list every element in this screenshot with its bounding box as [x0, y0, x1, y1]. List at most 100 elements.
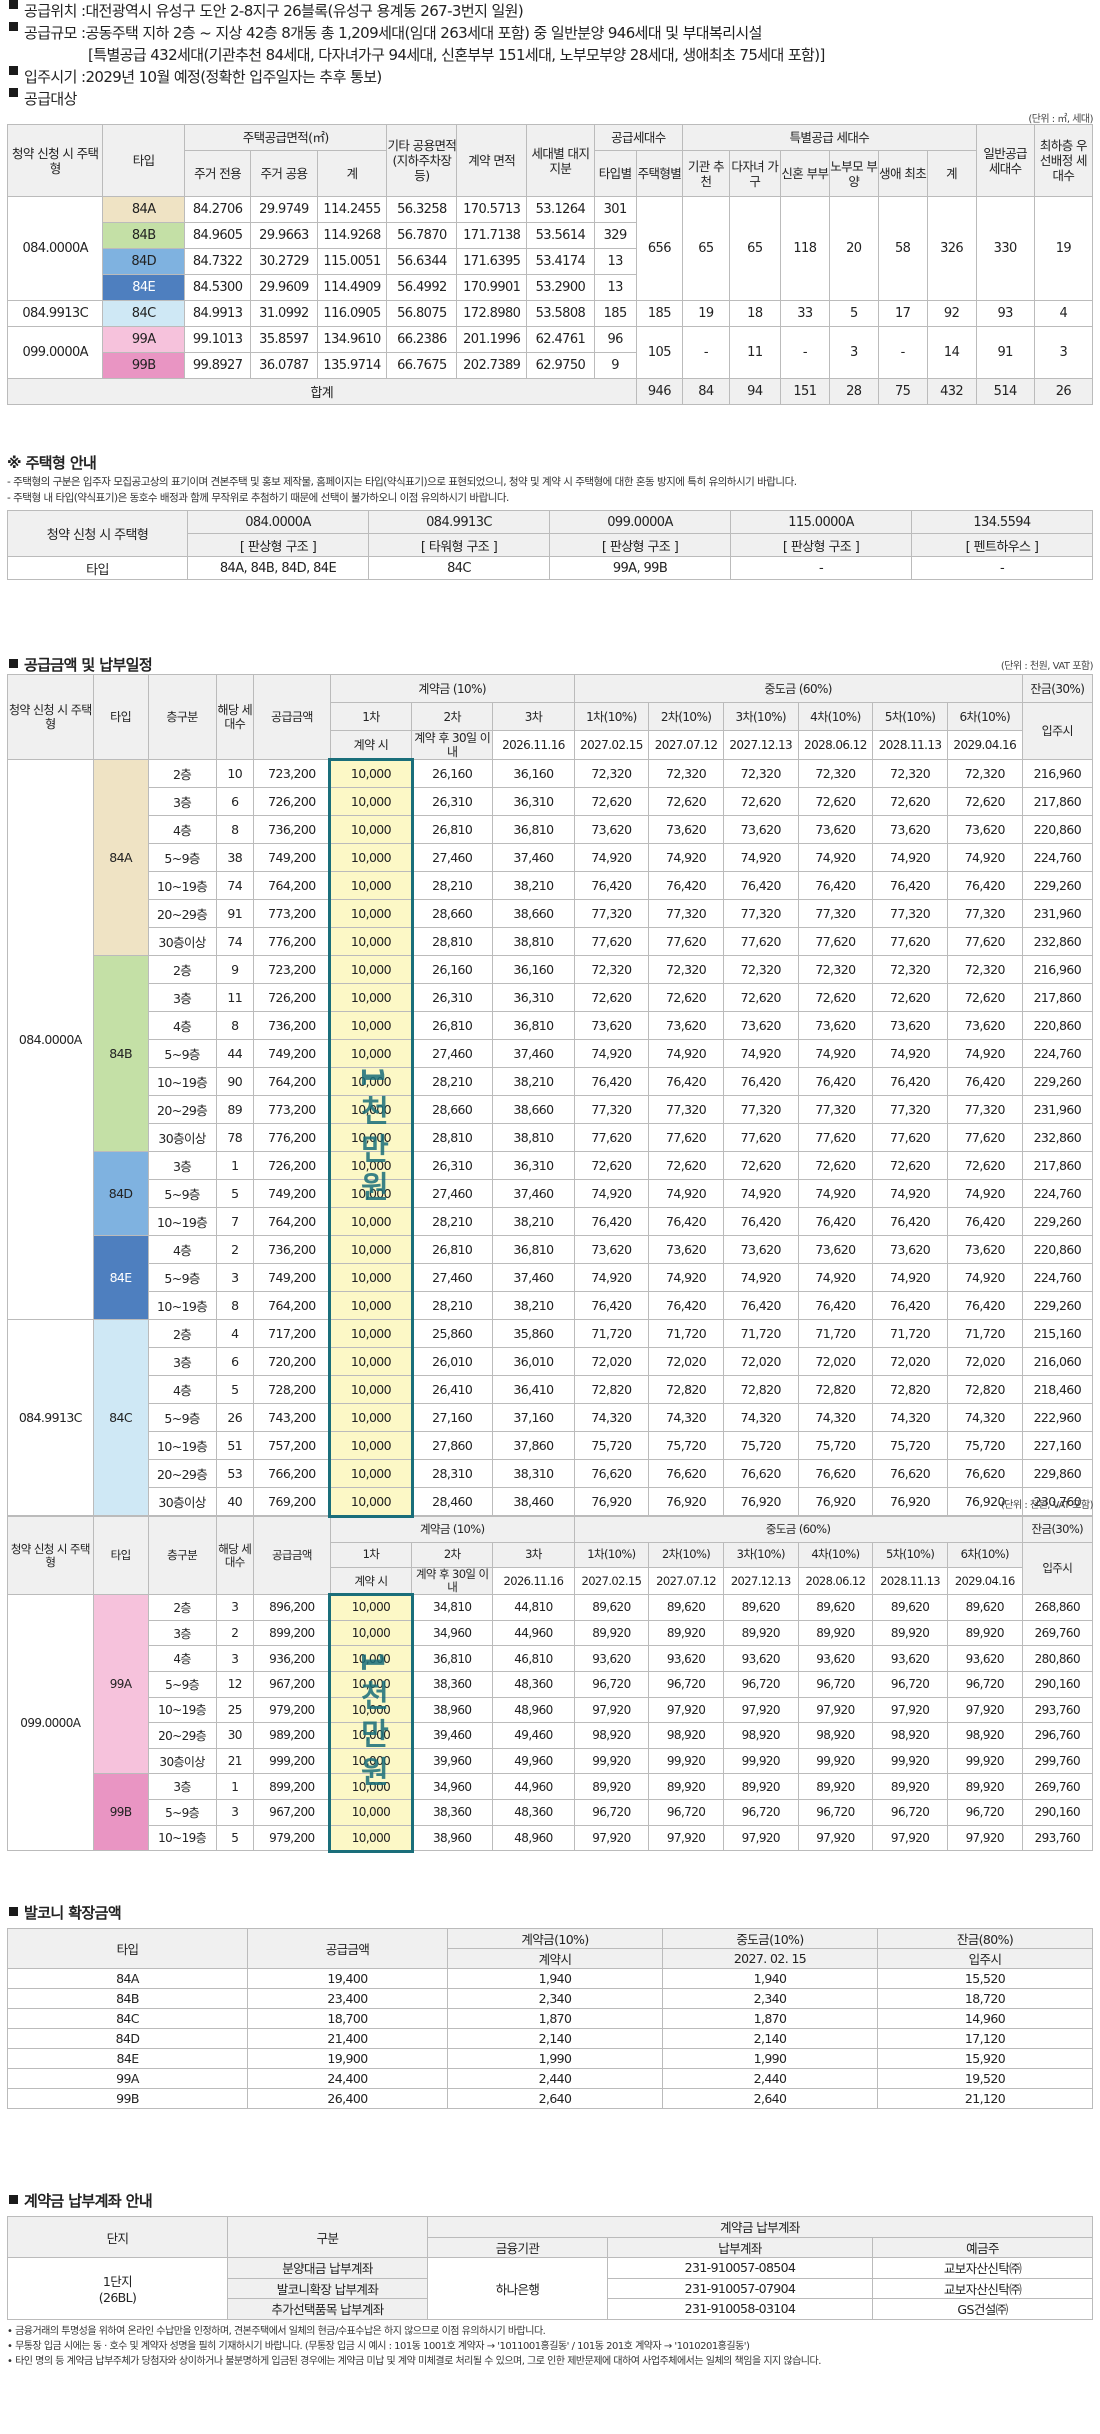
- supply-group-value: 14: [926, 326, 977, 379]
- acc-kind: 발코니확장 납부계좌: [227, 2277, 428, 2299]
- price-mid-3: 72,020: [722, 1347, 799, 1376]
- price-mid-1: 72,020: [573, 1347, 650, 1376]
- acc-complex: 1단지 (26BL): [7, 2257, 228, 2320]
- price-mid-1: 97,920: [573, 1696, 650, 1724]
- price-balance: 280,860: [1021, 1645, 1094, 1672]
- bal-th-type: 타입: [7, 1928, 248, 1969]
- price-deposit-3: 49,460: [492, 1722, 575, 1749]
- supply-total-value: 151: [779, 378, 830, 405]
- bullet-icon: [9, 88, 18, 97]
- th-type: 타입: [92, 1515, 149, 1596]
- price-mid-3: 73,620: [722, 1235, 799, 1264]
- price-mid-5: 72,620: [872, 787, 948, 816]
- price-deposit-3: 46,810: [492, 1645, 575, 1672]
- price-mid-2: 74,320: [648, 1403, 724, 1432]
- price-amount: 764,200: [252, 1207, 331, 1236]
- supply-type-no: 099.0000A: [6, 326, 104, 379]
- th-balance: 잔금(30%): [1021, 674, 1094, 703]
- supply-table: 청약 신청 시 주택형 타입 주택공급면적(㎡) 기타 공용면적 (지하주차장 …: [6, 124, 1094, 405]
- price-deposit-3: 36,160: [492, 759, 575, 788]
- scale-label: 공급규모 :: [24, 24, 86, 42]
- price-floor: 5~9층: [147, 1670, 217, 1698]
- price-mid-3: 98,920: [722, 1722, 799, 1749]
- price-floor: 10~19층: [147, 1291, 217, 1320]
- price-balance: 216,960: [1021, 955, 1094, 984]
- price-deposit-3: 37,460: [492, 1263, 575, 1292]
- price-floor: 30층이상: [147, 1747, 217, 1775]
- price-floor: 20~29층: [147, 1722, 217, 1749]
- price-mid-2: 73,620: [648, 1011, 724, 1040]
- price-units: 30: [215, 1722, 254, 1749]
- price-floor: 2층: [147, 1594, 217, 1621]
- price-mid-4: 77,620: [797, 1123, 874, 1152]
- th-m1: 1차(10%): [573, 702, 650, 731]
- th-mid: 중도금 (60%): [573, 1516, 1023, 1543]
- supply-value: 201.1996: [456, 326, 528, 353]
- supply-value: 115.0051: [316, 248, 388, 275]
- price-deposit-3: 38,660: [492, 1095, 575, 1124]
- price-mid-1: 89,920: [573, 1773, 650, 1800]
- balcony-row: 84C 18,700 1,870 1,870 14,960: [7, 2008, 1093, 2029]
- price-units: 90: [215, 1067, 254, 1096]
- price-mid-2: 75,720: [648, 1431, 724, 1460]
- price-mid-5: 76,420: [872, 1067, 948, 1096]
- bal-type: 84A: [7, 1968, 248, 1989]
- price-mid-2: 72,620: [648, 1151, 724, 1180]
- price-mid-5: 77,320: [872, 1095, 948, 1124]
- price-mid-5: 96,720: [872, 1798, 948, 1826]
- supply-row: 084.9913C 84C 84.9913 31.0992 116.0905 56.807…: [6, 300, 1094, 327]
- price-balance: 269,760: [1021, 1619, 1094, 1647]
- price-mid-6: 77,620: [946, 1123, 1023, 1152]
- supply-group-value: 65: [728, 196, 781, 301]
- bullet-icon: [9, 2194, 18, 2204]
- price-deposit-2: 34,810: [411, 1594, 494, 1621]
- price-mid-5: 75,720: [872, 1431, 948, 1460]
- bal-th-dep-s: 계약시: [447, 1948, 663, 1969]
- acc-kind: 추가선택품목 납부계좌: [227, 2298, 428, 2320]
- price-deposit-1: 10,000: [329, 955, 413, 984]
- price-mid-2: 72,020: [648, 1347, 724, 1376]
- price-deposit-3: 38,210: [492, 1207, 575, 1236]
- bal-mid: 1,940: [662, 1968, 878, 1989]
- price-mid-1: 76,420: [573, 1067, 650, 1096]
- price-row: 5~9층 3 749,200 10,000 27,460 37,460 74,920 74,9…: [8, 1263, 1094, 1292]
- bal-balance: 21,120: [877, 2088, 1093, 2109]
- price-table-99: 청약 신청 시 주택형 타입 층구분 해당 세대수 공급금액 계약금 (10%) 중도금 (…: [7, 1515, 1094, 1852]
- price-mid-4: 73,620: [797, 1235, 874, 1264]
- price-mid-4: 93,620: [797, 1645, 874, 1672]
- supply-value: 202.7389: [456, 352, 528, 379]
- price-balance: 216,060: [1021, 1347, 1094, 1376]
- bal-deposit: 2,640: [447, 2088, 663, 2109]
- price-amount: 999,200: [252, 1747, 331, 1775]
- price-mid-1: 89,620: [573, 1594, 650, 1621]
- price-balance: 220,860: [1021, 1011, 1094, 1040]
- supply-type: 84E: [102, 274, 185, 301]
- supply-group-value: 17: [877, 300, 928, 327]
- supply-value: 170.9901: [456, 274, 528, 301]
- price-mid-5: 97,920: [872, 1824, 948, 1852]
- price-mid-4: 76,620: [797, 1459, 874, 1488]
- price-deposit-3: 49,960: [492, 1747, 575, 1775]
- price-balance: 290,160: [1021, 1798, 1094, 1826]
- price-floor: 5~9층: [147, 843, 217, 872]
- th-other-area: 기타 공용면적 (지하주차장 등): [386, 124, 458, 197]
- price-mid-3: 72,620: [722, 787, 799, 816]
- price-balance: 224,760: [1021, 843, 1094, 872]
- price-mid-1: 96,720: [573, 1798, 650, 1826]
- price-deposit-3: 36,010: [492, 1347, 575, 1376]
- price-mid-6: 96,720: [946, 1670, 1023, 1698]
- price-mid-6: 73,620: [946, 815, 1023, 844]
- bal-th-amount: 공급금액: [247, 1928, 448, 1969]
- balcony-row: 84E 19,900 1,990 1,990 15,920: [7, 2048, 1093, 2069]
- price-balance: 231,960: [1021, 899, 1094, 928]
- guide-types: 84A, 84B, 84D, 84E: [187, 556, 369, 580]
- th-m5: 5차(10%): [872, 1541, 948, 1569]
- price-mid-5: 98,920: [872, 1722, 948, 1749]
- th-d3s: 2026.11.16: [492, 730, 575, 760]
- supply-total-label: 합계: [7, 378, 637, 405]
- bal-type: 84E: [7, 2048, 248, 2069]
- th-common: 주거 공용: [250, 150, 318, 197]
- bal-type: 84C: [7, 2008, 248, 2029]
- price-units: 51: [215, 1431, 254, 1460]
- price-mid-4: 89,620: [797, 1594, 874, 1621]
